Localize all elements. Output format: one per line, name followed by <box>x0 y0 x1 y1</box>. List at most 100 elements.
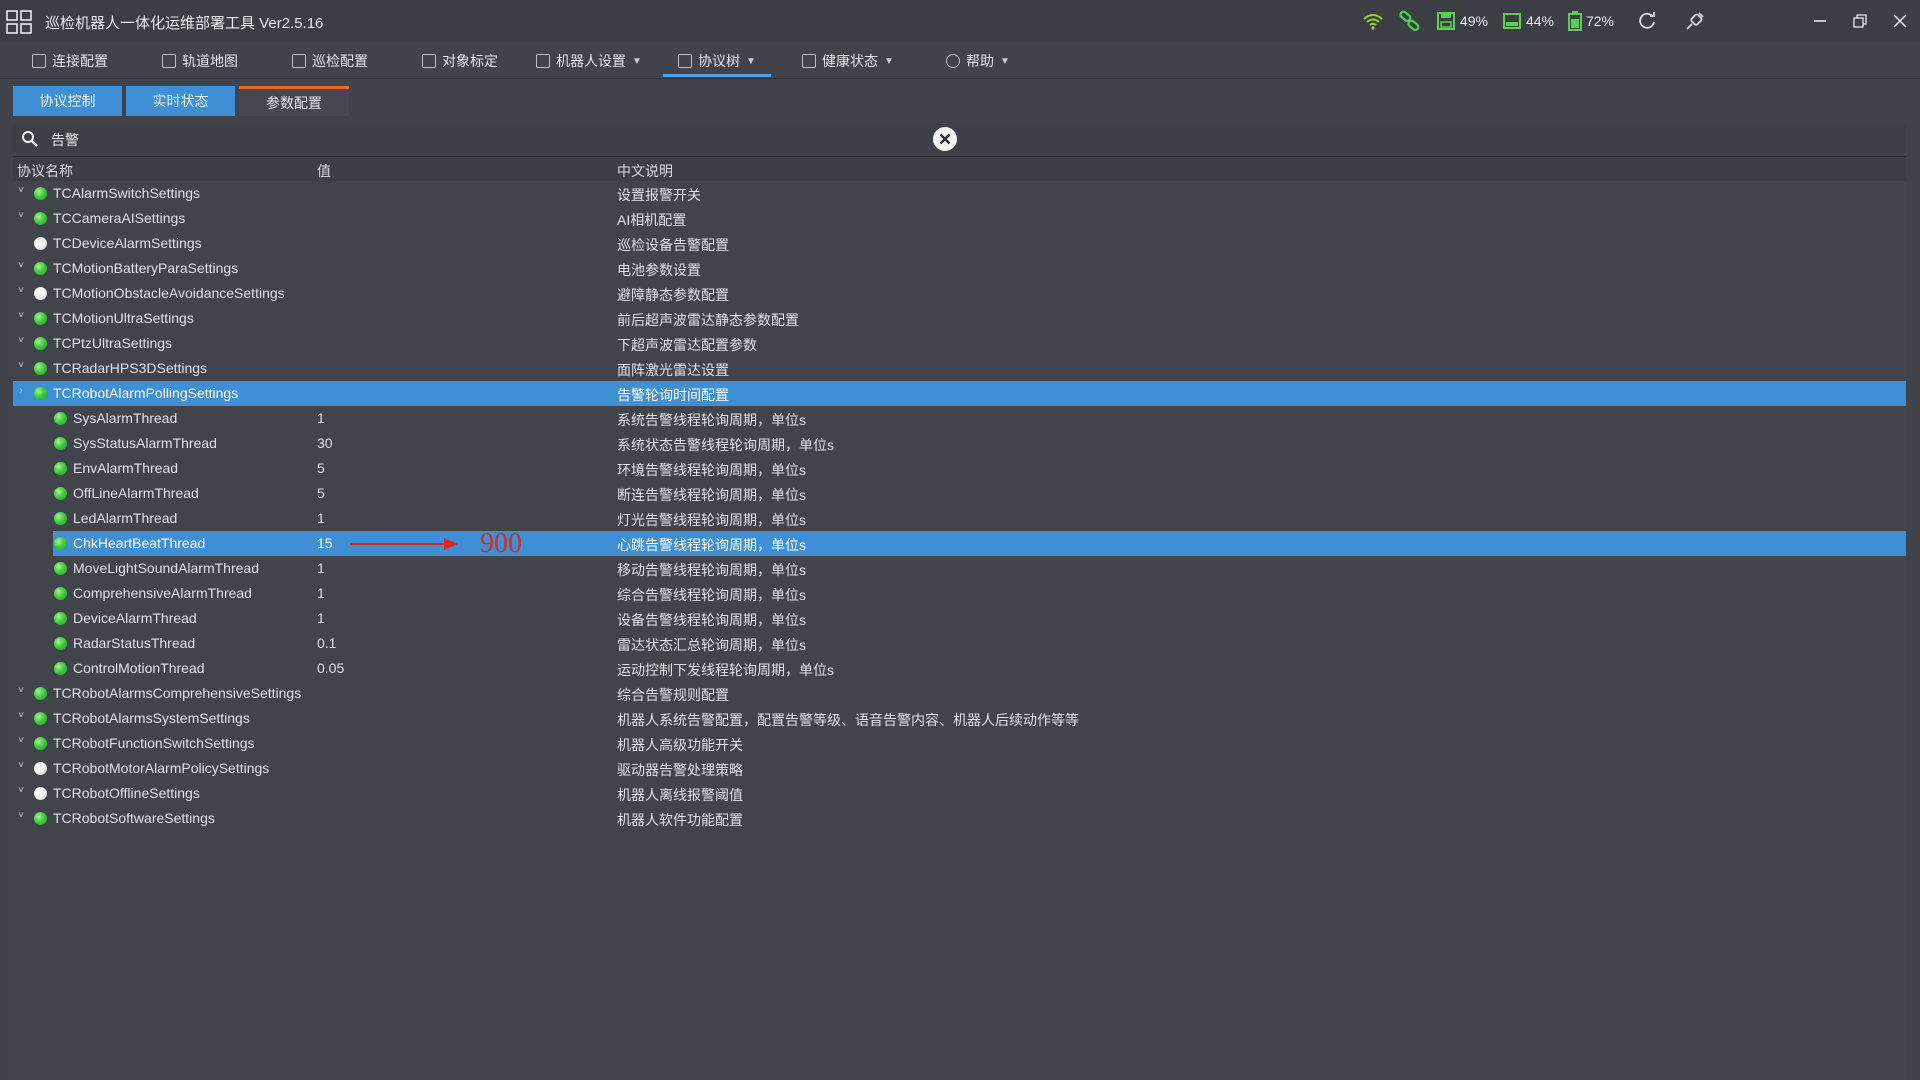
close-window-button[interactable] <box>1880 0 1920 42</box>
menu-track-map[interactable]: 轨道地图 <box>162 44 238 78</box>
status-dot-green-icon <box>34 312 47 325</box>
menu-help[interactable]: 帮助 ▼ <box>946 44 1010 78</box>
help-icon <box>946 54 960 68</box>
collapse-arrow-icon[interactable]: ˅ <box>15 335 27 346</box>
disconnect-button[interactable] <box>1680 6 1710 36</box>
menu-object-calibration[interactable]: 对象标定 <box>422 44 498 78</box>
protocol-value[interactable]: 5 <box>317 485 325 501</box>
tab-protocol-control[interactable]: 协议控制 <box>13 86 122 116</box>
menu-patrol-config[interactable]: 巡检配置 <box>292 44 368 78</box>
table-row[interactable]: MoveLightSoundAlarmThread 1 移动告警线程轮询周期，单位s <box>13 556 1906 581</box>
table-body: ˅ TCAlarmSwitchSettings 设置报警开关 ˅ TCCameraAIS… <box>13 181 1906 831</box>
table-row[interactable]: ˅ TCMotionObstacleAvoidanceSettings 避障静态参数… <box>13 281 1906 306</box>
collapse-arrow-icon[interactable]: ˅ <box>15 785 27 796</box>
table-row[interactable]: RadarStatusThread 0.1 雷达状态汇总轮询周期，单位s <box>13 631 1906 656</box>
table-row[interactable]: EnvAlarmThread 5 环境告警线程轮询周期，单位s <box>13 456 1906 481</box>
table-row[interactable]: SysAlarmThread 1 系统告警线程轮询周期，单位s <box>13 406 1906 431</box>
protocol-value[interactable]: 15 <box>317 535 333 551</box>
table-row[interactable]: ˅ TCRobotFunctionSwitchSettings 机器人高级功能开关 <box>13 731 1906 756</box>
table-row[interactable]: › TCRobotAlarmPollingSettings 告警轮询时间配置 <box>13 381 1906 406</box>
collapse-arrow-icon[interactable]: ˅ <box>15 760 27 771</box>
protocol-value[interactable]: 5 <box>317 460 325 476</box>
table-row[interactable]: ˅ TCPtzUltraSettings 下超声波雷达配置参数 <box>13 331 1906 356</box>
table-row[interactable]: DeviceAlarmThread 1 设备告警线程轮询周期，单位s <box>13 606 1906 631</box>
protocol-name: TCDeviceAlarmSettings <box>53 235 202 251</box>
expand-arrow-icon[interactable]: › <box>15 385 27 396</box>
collapse-arrow-icon[interactable]: ˅ <box>15 710 27 721</box>
table-row[interactable]: ˅ TCMotionUltraSettings 前后超声波雷达静态参数配置 <box>13 306 1906 331</box>
header-protocol-name[interactable]: 协议名称 <box>17 161 73 181</box>
minimize-button[interactable] <box>1800 0 1840 42</box>
protocol-description: 驱动器告警处理策略 <box>617 762 743 778</box>
protocol-value[interactable]: 0.05 <box>317 660 344 676</box>
menu-robot-settings[interactable]: 机器人设置 ▼ <box>536 44 642 78</box>
refresh-button[interactable] <box>1632 6 1662 36</box>
collapse-arrow-icon[interactable]: ˅ <box>15 285 27 296</box>
clear-search-button[interactable] <box>933 127 957 151</box>
menu-protocol-tree[interactable]: 协议树 ▼ <box>663 44 771 78</box>
table-row[interactable]: ˅ TCRobotSoftwareSettings 机器人软件功能配置 <box>13 806 1906 831</box>
collapse-arrow-icon[interactable]: ˅ <box>15 360 27 371</box>
status-dot-white-icon <box>34 287 47 300</box>
collapse-arrow-icon[interactable]: ˅ <box>15 260 27 271</box>
protocol-description: 前后超声波雷达静态参数配置 <box>617 312 799 328</box>
restore-icon <box>1853 14 1867 28</box>
header-description[interactable]: 中文说明 <box>617 161 673 181</box>
refresh-icon <box>1639 12 1655 29</box>
protocol-value[interactable]: 1 <box>317 560 325 576</box>
protocol-description: 综合告警规则配置 <box>617 687 729 703</box>
protocol-value[interactable]: 30 <box>317 435 333 451</box>
table-row[interactable]: ˅ TCRobotMotorAlarmPolicySettings 驱动器告警处理策… <box>13 756 1906 781</box>
table-row[interactable]: ˅ TCRadarHPS3DSettings 面阵激光雷达设置 <box>13 356 1906 381</box>
header-value[interactable]: 值 <box>317 161 331 181</box>
tab-realtime-status[interactable]: 实时状态 <box>126 86 235 116</box>
collapse-arrow-icon[interactable]: ˅ <box>15 810 27 821</box>
table-row[interactable]: ComprehensiveAlarmThread 1 综合告警线程轮询周期，单位s <box>13 581 1906 606</box>
status-dot-green-icon <box>54 437 67 450</box>
protocol-name: ComprehensiveAlarmThread <box>73 585 252 601</box>
table-row[interactable]: SysStatusAlarmThread 30 系统状态告警线程轮询周期，单位s <box>13 431 1906 456</box>
table-row[interactable]: ˅ TCMotionBatteryParaSettings 电池参数设置 <box>13 256 1906 281</box>
table-row[interactable]: ˅ TCRobotAlarmsComprehensiveSettings 综合告警规… <box>13 681 1906 706</box>
table-row[interactable]: ˅ TCRobotAlarmsSystemSettings 机器人系统告警配置，配置… <box>13 706 1906 731</box>
minimize-icon <box>1814 20 1826 22</box>
table-row[interactable]: ˅ TCAlarmSwitchSettings 设置报警开关 <box>13 181 1906 206</box>
menu-connection-config[interactable]: 连接配置 <box>32 44 108 78</box>
protocol-value[interactable]: 1 <box>317 510 325 526</box>
collapse-arrow-icon[interactable]: ˅ <box>15 310 27 321</box>
table-row[interactable]: ˅ TCRobotOfflineSettings 机器人离线报警阈值 <box>13 781 1906 806</box>
table-row[interactable]: ControlMotionThread 0.05 运动控制下发线程轮询周期，单位s <box>13 656 1906 681</box>
status-dot-green-icon <box>54 612 67 625</box>
table-row[interactable]: TCDeviceAlarmSettings 巡检设备告警配置 <box>13 231 1906 256</box>
menu-health-status[interactable]: 健康状态 ▼ <box>802 44 894 78</box>
collapse-arrow-icon[interactable]: ˅ <box>15 735 27 746</box>
table-row[interactable]: OffLineAlarmThread 5 断连告警线程轮询周期，单位s <box>13 481 1906 506</box>
caret-down-icon: ▼ <box>746 55 756 67</box>
protocol-value[interactable]: 1 <box>317 410 325 426</box>
caret-down-icon: ▼ <box>632 55 642 67</box>
memory-percent: 44% <box>1525 13 1554 29</box>
restore-button[interactable] <box>1840 0 1880 42</box>
protocol-value[interactable]: 1 <box>317 610 325 626</box>
protocol-description: 巡检设备告警配置 <box>617 237 729 253</box>
protocol-description: 系统告警线程轮询周期，单位s <box>617 412 806 428</box>
collapse-arrow-icon[interactable]: ˅ <box>15 185 27 196</box>
search-input[interactable] <box>49 127 933 153</box>
protocol-name: TCMotionObstacleAvoidanceSettings <box>53 285 285 301</box>
protocol-name: DeviceAlarmThread <box>73 610 197 626</box>
protocol-value[interactable]: 0.1 <box>317 635 336 651</box>
tab-parameter-config[interactable]: 参数配置 <box>239 86 349 116</box>
status-dot-green-icon <box>54 562 67 575</box>
patrol-icon <box>292 54 306 68</box>
table-row[interactable]: ˅ TCCameraAISettings AI相机配置 <box>13 206 1906 231</box>
protocol-name: ControlMotionThread <box>73 660 205 676</box>
sub-tab-bar: 协议控制 实时状态 参数配置 <box>13 86 349 116</box>
protocol-name: TCRobotMotorAlarmPolicySettings <box>53 760 270 776</box>
collapse-arrow-icon[interactable]: ˅ <box>15 210 27 221</box>
memory-icon <box>1502 13 1521 29</box>
protocol-value[interactable]: 1 <box>317 585 325 601</box>
collapse-arrow-icon[interactable]: ˅ <box>15 685 27 696</box>
protocol-description: 机器人高级功能开关 <box>617 737 743 753</box>
table-row[interactable]: LedAlarmThread 1 灯光告警线程轮询周期，单位s <box>13 506 1906 531</box>
table-row[interactable]: ChkHeartBeatThread 15 心跳告警线程轮询周期，单位s 900 <box>53 528 1906 559</box>
